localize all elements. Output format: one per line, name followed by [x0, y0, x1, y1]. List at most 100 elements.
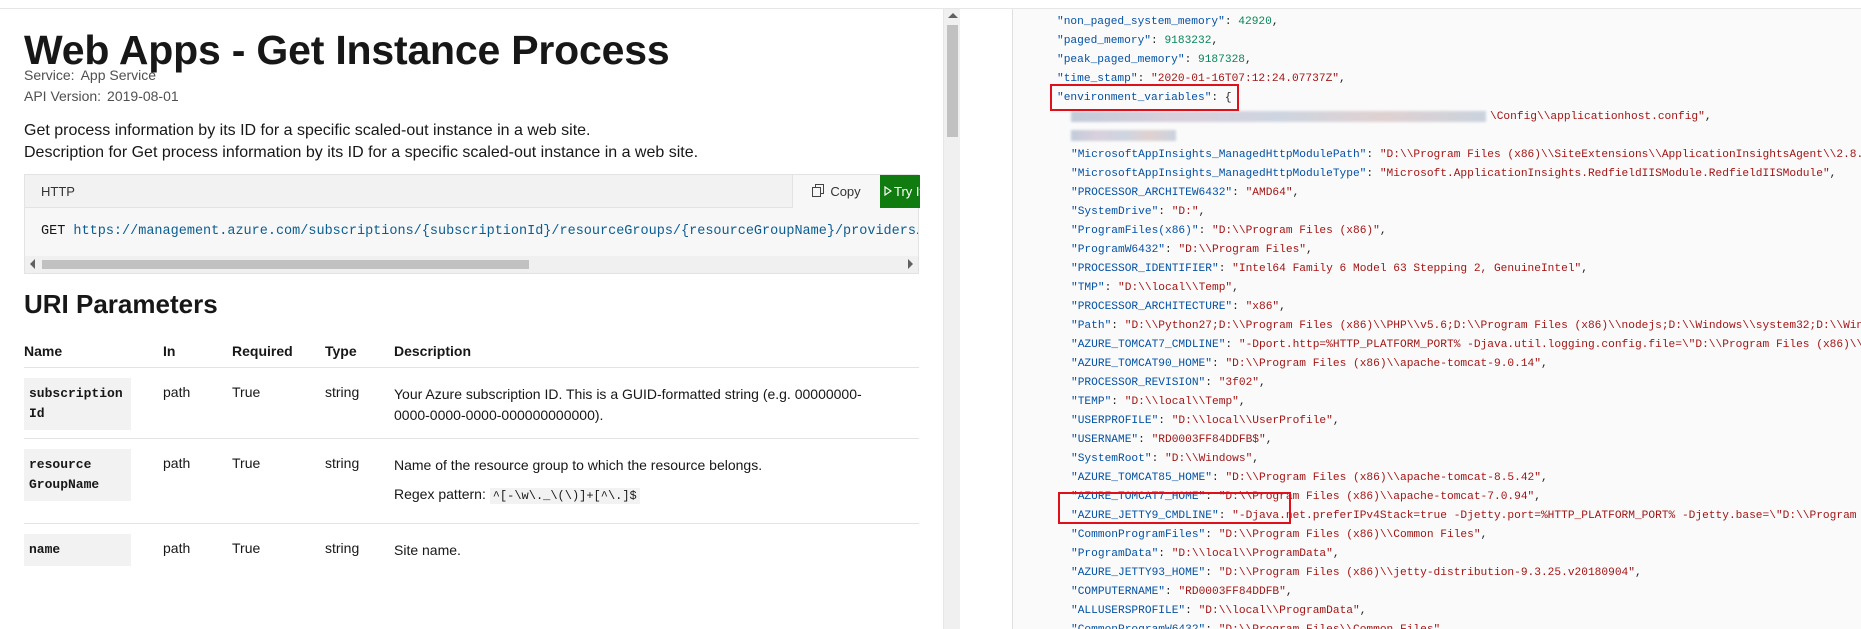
- copy-button[interactable]: Copy: [792, 175, 880, 208]
- json-key: "ProgramData": [1071, 548, 1159, 560]
- json-separator: :: [1151, 35, 1165, 47]
- json-separator: :: [1224, 16, 1239, 28]
- param-name: name: [24, 534, 131, 566]
- json-key: "ALLUSERSPROFILE": [1071, 605, 1186, 617]
- json-separator: :: [1232, 301, 1246, 313]
- json-string: "D:\\local\\Temp": [1118, 282, 1233, 294]
- json-number: 9187328: [1198, 54, 1245, 66]
- service-meta: Service: App Service: [24, 67, 156, 83]
- col-description-header: Description: [394, 343, 472, 359]
- json-line: "MicrosoftAppInsights_ManagedHttpModuleT…: [1057, 165, 1861, 184]
- param-description: Site name.: [394, 542, 461, 558]
- scrollbar-thumb[interactable]: [42, 260, 529, 269]
- scroll-right-arrow-icon[interactable]: [908, 259, 913, 269]
- try-it-button[interactable]: Try It: [880, 175, 920, 208]
- json-line: "PROCESSOR_ARCHITEW6432": "AMD64",: [1057, 184, 1861, 203]
- scroll-left-arrow-icon[interactable]: [30, 259, 35, 269]
- json-separator: :: [1366, 149, 1380, 161]
- json-line: "USERNAME": "RD0003FF84DDFB$",: [1057, 431, 1861, 450]
- param-in: path: [163, 540, 191, 556]
- param-required: True: [232, 384, 261, 400]
- json-line: "non_paged_system_memory": 42920,: [1057, 13, 1861, 32]
- json-string: "x86": [1245, 301, 1280, 313]
- json-separator: :: [1212, 472, 1226, 484]
- json-string: "AMD64": [1245, 187, 1293, 199]
- json-key: "TMP": [1071, 282, 1105, 294]
- json-separator: :: [1205, 377, 1219, 389]
- json-string: "D:\\Program Files (x86)\\jetty-distribu…: [1218, 567, 1635, 579]
- json-key: "MicrosoftAppInsights_ManagedHttpModuleP…: [1071, 149, 1367, 161]
- code-block-body: GET https://management.azure.com/subscri…: [25, 208, 918, 256]
- col-required-header: Required: [232, 343, 293, 359]
- json-comma: ,: [1252, 453, 1260, 465]
- json-key: "peak_paged_memory": [1057, 54, 1185, 66]
- col-name-header: Name: [24, 343, 63, 359]
- json-string: "D:\\Program Files (x86)\\apache-tomcat-…: [1225, 472, 1541, 484]
- json-key: "AZURE_TOMCAT7_CMDLINE": [1071, 339, 1226, 351]
- col-in-header: In: [163, 343, 176, 359]
- json-comma: ,: [1704, 111, 1712, 123]
- scroll-up-arrow-icon[interactable]: [948, 13, 958, 18]
- json-comma: ,: [1211, 35, 1219, 47]
- json-line: "USERPROFILE": "D:\\local\\UserProfile",: [1057, 412, 1861, 431]
- json-line: "ProgramFiles(x86)": "D:\\Program Files …: [1057, 222, 1861, 241]
- http-code-block: HTTP Copy Try It GET https://management.…: [24, 174, 920, 274]
- param-description: Name of the resource group to which the …: [394, 455, 894, 507]
- json-comma: ,: [1238, 396, 1246, 408]
- json-comma: ,: [1265, 434, 1273, 446]
- http-verb: GET: [41, 224, 66, 239]
- json-separator: :: [1212, 358, 1226, 370]
- json-key: "TEMP": [1071, 396, 1112, 408]
- service-label: Service:: [24, 67, 75, 83]
- json-separator: :: [1205, 567, 1219, 579]
- request-line: GET https://management.azure.com/subscri…: [41, 224, 918, 239]
- table-header-row: Name In Required Type Description: [24, 334, 919, 368]
- json-comma: ,: [1480, 529, 1488, 541]
- json-separator: :: [1185, 605, 1199, 617]
- json-key: "CommonProgramFiles": [1071, 529, 1206, 541]
- json-comma: ,: [1332, 548, 1340, 560]
- json-comma: ,: [1440, 624, 1447, 629]
- json-separator: :: [1104, 282, 1119, 294]
- code-horizontal-scrollbar[interactable]: [25, 256, 918, 273]
- json-line: "TMP": "D:\\local\\Temp",: [1057, 279, 1861, 298]
- json-key: "paged_memory": [1057, 35, 1151, 47]
- json-line: "SystemDrive": "D:",: [1057, 203, 1861, 222]
- json-comma: ,: [1339, 73, 1346, 85]
- json-separator: :: [1205, 529, 1219, 541]
- json-line: "ALLUSERSPROFILE": "D:\\local\\ProgramDa…: [1057, 602, 1861, 621]
- json-string: "D:\\Program Files (x86)\\Common Files": [1218, 529, 1481, 541]
- highlight-environment-variables: [1050, 84, 1239, 111]
- json-line: "paged_memory": 9183232,: [1057, 32, 1861, 51]
- request-url: https://management.azure.com/subscriptio…: [73, 224, 918, 239]
- json-separator: :: [1184, 54, 1198, 66]
- scrollbar-thumb[interactable]: [947, 25, 958, 137]
- description-line-1: Get process information by its ID for a …: [24, 122, 591, 139]
- json-key: "AZURE_TOMCAT85_HOME": [1071, 472, 1212, 484]
- json-string: "Intel64 Family 6 Model 63 Stepping 2, G…: [1232, 263, 1582, 275]
- table-row: resource GroupName path True string Name…: [24, 440, 919, 524]
- description-line-2: Description for Get process information …: [24, 144, 699, 161]
- code-block-header: HTTP Copy Try It: [25, 175, 920, 208]
- service-value: App Service: [80, 67, 157, 83]
- regex-label: Regex pattern:: [394, 486, 486, 502]
- docs-vertical-scrollbar[interactable]: [943, 9, 960, 629]
- param-description: Your Azure subscription ID. This is a GU…: [394, 386, 862, 423]
- json-line: "peak_paged_memory": 9187328,: [1057, 51, 1861, 70]
- json-comma: ,: [1198, 206, 1206, 218]
- docs-pane: Web Apps - Get Instance Process Service:…: [0, 9, 943, 629]
- json-key: "USERPROFILE": [1071, 415, 1159, 427]
- try-it-label: Try It: [894, 184, 920, 199]
- param-type: string: [325, 384, 360, 400]
- regex-value: ^[-\w\._\(\)]+[^\.]$: [489, 488, 640, 504]
- json-comma: ,: [1540, 472, 1548, 484]
- redacted-text: [1071, 110, 1486, 122]
- json-key: "non_paged_system_memory": [1057, 16, 1225, 28]
- json-line: "Path": "D:\\Python27;D:\\Program Files …: [1057, 317, 1861, 336]
- json-separator: :: [1205, 624, 1218, 629]
- param-type: string: [325, 540, 360, 556]
- json-number: 9183232: [1164, 35, 1212, 47]
- json-separator: :: [1225, 339, 1239, 351]
- json-separator: :: [1158, 415, 1172, 427]
- json-line: "AZURE_JETTY93_HOME": "D:\\Program Files…: [1057, 564, 1861, 583]
